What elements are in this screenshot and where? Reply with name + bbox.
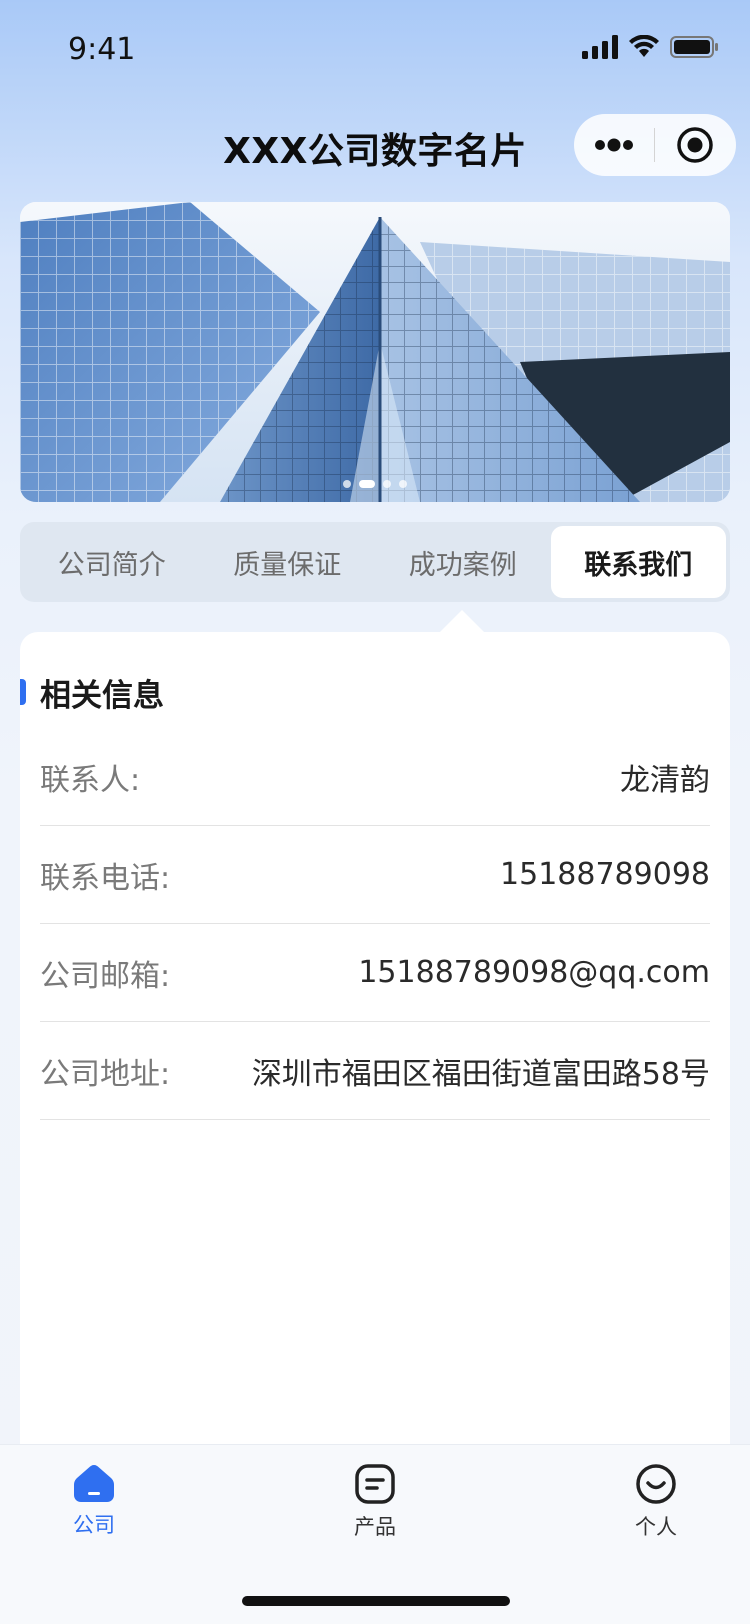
info-label: 联系人: (40, 762, 141, 798)
section-title: 相关信息 (40, 677, 164, 714)
email-value[interactable]: 15188789098@qq.com (358, 955, 710, 990)
signal-icon (582, 35, 618, 59)
info-label: 联系电话: (40, 860, 171, 896)
wifi-icon (629, 35, 659, 57)
banner-carousel[interactable] (20, 202, 730, 502)
info-label: 公司地址: (40, 1056, 171, 1092)
tab-company-intro[interactable]: 公司简介 (24, 526, 200, 598)
section-tabs: 公司简介 质量保证 成功案例 联系我们 (20, 522, 730, 602)
home-indicator (242, 1596, 510, 1606)
contact-row-person: 联系人: 龙清韵 (40, 728, 710, 826)
smile-icon (636, 1464, 676, 1504)
mini-program-capsule (574, 114, 736, 176)
more-icon (595, 138, 633, 152)
contact-info-list: 联系人: 龙清韵 联系电话: 15188789098 公司邮箱: 1518878… (40, 728, 710, 1120)
status-icons (582, 32, 720, 62)
status-bar: 9:41 (0, 0, 750, 96)
carousel-dot[interactable] (399, 480, 407, 488)
message-icon (355, 1464, 395, 1504)
tabbar-label: 公司 (73, 1513, 115, 1537)
battery-icon (670, 36, 718, 58)
home-icon (74, 1465, 114, 1502)
close-target-icon (677, 127, 713, 163)
contact-row-email[interactable]: 公司邮箱: 15188789098@qq.com (40, 924, 710, 1022)
tab-success-cases[interactable]: 成功案例 (375, 526, 551, 598)
tab-contact-us[interactable]: 联系我们 (550, 526, 726, 598)
carousel-dot-active[interactable] (359, 480, 375, 488)
status-time: 9:41 (68, 32, 136, 67)
title-bar: XXX公司数字名片 (0, 110, 750, 182)
tabbar-item-products[interactable]: 产品 (315, 1463, 435, 1553)
info-label: 公司邮箱: (40, 958, 171, 994)
carousel-dot[interactable] (343, 480, 351, 488)
section-accent-bar (20, 679, 26, 705)
tabbar-item-personal[interactable]: 个人 (596, 1463, 716, 1553)
carousel-dot[interactable] (383, 480, 391, 488)
tab-quality-assurance[interactable]: 质量保证 (200, 526, 376, 598)
more-button[interactable] (574, 114, 654, 176)
tabbar-item-company[interactable]: 公司 (34, 1463, 154, 1553)
close-button[interactable] (655, 114, 735, 176)
tabbar-label: 产品 (354, 1515, 396, 1539)
contact-row-address[interactable]: 公司地址: 深圳市福田区福田街道富田路58号 (40, 1022, 710, 1120)
tabbar-label: 个人 (635, 1515, 677, 1539)
phone-value[interactable]: 15188789098 (500, 857, 710, 892)
contact-row-phone[interactable]: 联系电话: 15188789098 (40, 826, 710, 924)
carousel-dots (20, 480, 730, 488)
section-header: 相关信息 (20, 672, 164, 714)
office-building-photo (20, 202, 730, 502)
contact-card: 相关信息 联系人: 龙清韵 联系电话: 15188789098 公司邮箱: 15… (20, 632, 730, 1452)
contact-person-value: 龙清韵 (620, 762, 710, 798)
address-value[interactable]: 深圳市福田区福田街道富田路58号 (252, 1049, 710, 1093)
tab-pointer (440, 610, 484, 632)
